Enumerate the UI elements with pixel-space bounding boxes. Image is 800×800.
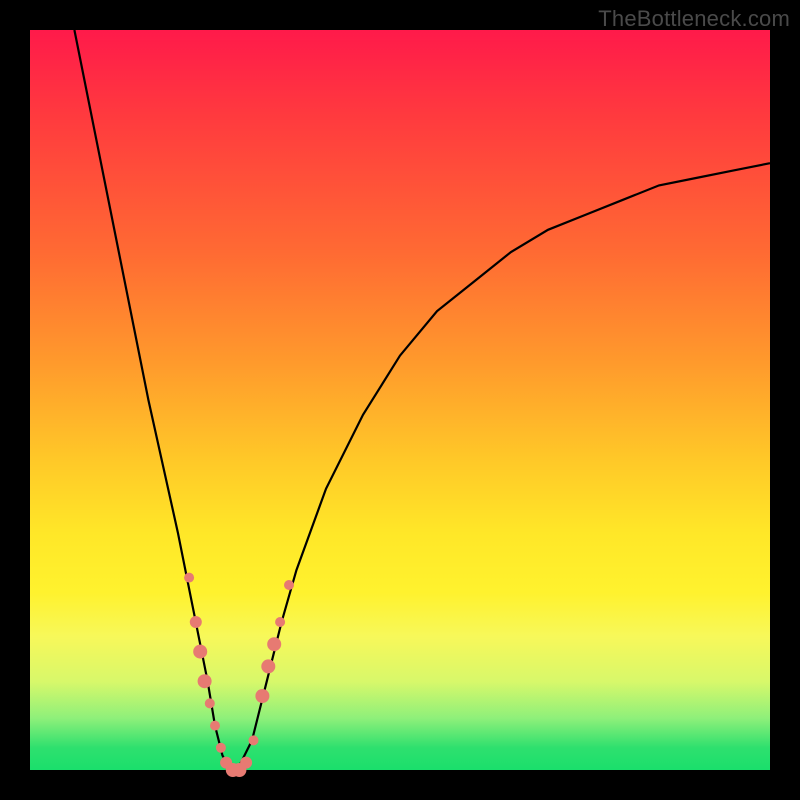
curve-marker: [267, 637, 281, 651]
curve-marker: [275, 617, 285, 627]
curve-marker: [198, 674, 212, 688]
watermark-text: TheBottleneck.com: [598, 6, 790, 32]
chart-frame: TheBottleneck.com: [0, 0, 800, 800]
curve-marker: [184, 573, 194, 583]
curve-marker: [205, 698, 215, 708]
curve-marker: [255, 689, 269, 703]
curve-marker: [210, 721, 220, 731]
curve-marker: [216, 743, 226, 753]
chart-svg: [30, 30, 770, 770]
curve-markers: [184, 573, 294, 777]
curve-marker: [240, 757, 252, 769]
chart-plot-area: [30, 30, 770, 770]
curve-marker: [193, 645, 207, 659]
curve-marker: [261, 659, 275, 673]
curve-marker: [190, 616, 202, 628]
bottleneck-curve: [74, 30, 770, 770]
curve-marker: [249, 735, 259, 745]
curve-marker: [284, 580, 294, 590]
